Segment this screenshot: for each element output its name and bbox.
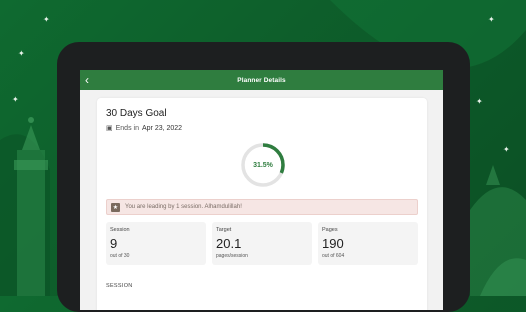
app-bar: ‹ Planner Details [80,70,443,90]
star-icon: ✦ [12,95,19,104]
calendar-icon: ▣ [106,125,113,132]
stat-card-session: Session 9 out of 30 [106,222,206,265]
stat-value: 190 [322,236,344,251]
planner-card: 30 Days Goal ▣ Ends in Apr 23, 2022 31.5… [97,98,427,310]
section-heading: SESSION [106,283,133,289]
stat-card-target: Target 20.1 pages/session [212,222,312,265]
stats-row: Session 9 out of 30 Target 20.1 pages/se… [106,222,418,265]
star-icon: ✦ [503,145,510,154]
star-icon: ✦ [43,15,50,24]
status-banner: ★ You are leading by 1 session. Alhamdul… [106,199,418,215]
stat-label: Pages [322,227,338,233]
stat-label: Session [110,227,130,233]
stat-label: Target [216,227,232,233]
stat-sub: out of 604 [322,253,345,259]
star-icon: ✦ [476,97,483,106]
stat-sub: pages/session [216,253,248,259]
chevron-left-icon[interactable]: ‹ [85,73,89,87]
stat-card-pages: Pages 190 out of 604 [318,222,418,265]
ends-date: Apr 23, 2022 [141,124,183,132]
stat-value: 20.1 [216,236,242,251]
status-message: You are leading by 1 session. Alhamdulil… [125,204,242,210]
star-badge-icon: ★ [111,202,120,212]
goal-title: 30 Days Goal [106,108,167,119]
end-date-row: ▣ Ends in Apr 23, 2022 [106,124,183,133]
star-icon: ✦ [488,15,495,24]
star-icon: ✦ [18,49,25,58]
progress-percent: 31.5% [253,161,273,169]
app-screen: ‹ Planner Details 30 Days Goal ▣ Ends in… [80,70,443,310]
stat-sub: out of 30 [110,253,130,259]
page-title: Planner Details [237,76,286,84]
ends-prefix: Ends in [115,124,139,132]
stat-value: 9 [110,236,118,251]
